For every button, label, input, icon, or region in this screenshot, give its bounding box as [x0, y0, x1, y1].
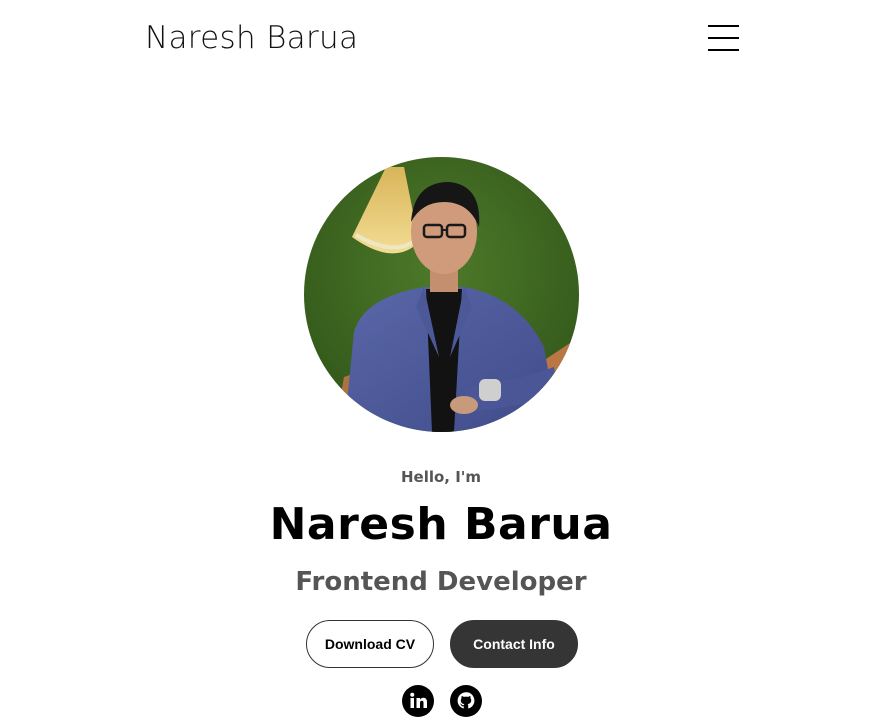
greeting-text: Hello, I'm: [400, 468, 482, 486]
contact-info-button[interactable]: Contact Info: [450, 620, 578, 668]
site-logo[interactable]: Naresh Barua: [145, 18, 358, 58]
hamburger-line: [708, 37, 739, 39]
profile-photo-illustration: [304, 157, 579, 432]
hamburger-menu-icon[interactable]: [708, 25, 739, 51]
linkedin-icon[interactable]: [402, 685, 434, 717]
hero-name: Naresh Barua: [269, 499, 613, 550]
github-icon[interactable]: [450, 685, 482, 717]
hamburger-line: [708, 49, 739, 51]
top-navbar: Naresh Barua: [0, 0, 892, 78]
profile-photo: [304, 157, 579, 432]
download-cv-button[interactable]: Download CV: [306, 620, 434, 668]
role-subtitle: Frontend Developer: [295, 567, 587, 597]
hamburger-line: [708, 25, 739, 27]
